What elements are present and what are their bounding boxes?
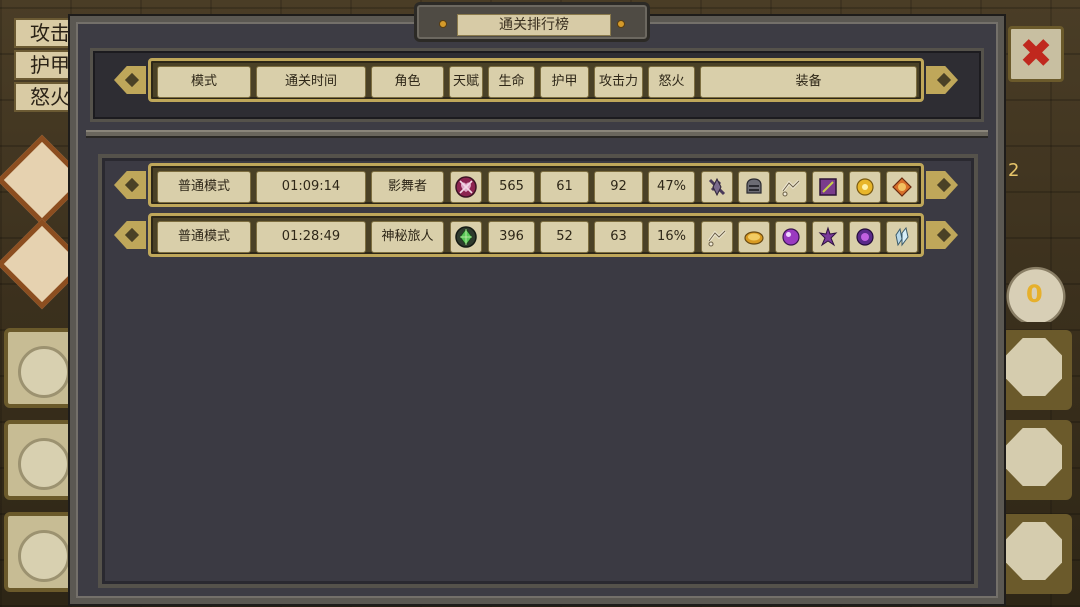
equipment-slot[interactable] [886,171,918,203]
helmet-icon [746,178,762,194]
cell-rage: 47% [648,171,695,203]
column-header-attack: 攻击力 [594,66,643,98]
bg-inventory-slot [4,420,76,500]
bone-charm-icon [781,179,801,197]
column-header-talent: 天赋 [449,66,483,98]
cell-life: 396 [488,221,535,253]
talent-slot[interactable] [450,171,482,203]
violet-star-icon [856,228,874,246]
equipment-slot[interactable] [849,221,881,253]
window-separator [86,130,988,138]
spiked-shield-icon [708,177,726,197]
bg-skill-slot [1000,420,1072,500]
equipment-slot[interactable] [849,171,881,203]
cell-attack: 92 [594,171,643,203]
column-header-character: 角色 [371,66,444,98]
cell-life: 565 [488,171,535,203]
cell-time: 01:09:14 [256,171,366,203]
equipment-slot[interactable] [775,171,807,203]
cell-armor: 61 [540,171,589,203]
equipment-slot[interactable] [775,221,807,253]
header-row: 模式 通关时间 角色 天赋 生命 护甲 攻击力 怒火 装备 [148,58,924,102]
crossed-heart-icon [455,176,477,198]
table-row[interactable]: 普通模式 01:09:14 影舞者 565 61 92 47% [148,163,924,207]
cell-attack: 63 [594,221,643,253]
purple-tablet-icon [819,178,837,196]
column-header-rage: 怒火 [648,66,695,98]
column-header-life: 生命 [488,66,535,98]
bone-charm-icon [707,229,727,247]
rivet-icon [617,20,625,28]
purple-claw-icon [818,226,838,247]
column-header-equipment: 装备 [700,66,917,98]
bg-inventory-slot [4,512,76,592]
equipment-slot[interactable] [738,171,770,203]
equipment-slot[interactable] [812,171,844,203]
gold-coin-icon [744,231,764,245]
cell-character: 影舞者 [371,171,444,203]
crystal-shard-icon [895,226,909,247]
equipment-slot[interactable] [886,221,918,253]
bg-skill-slot [1000,514,1072,594]
rivet-icon [439,20,447,28]
column-header-mode: 模式 [157,66,251,98]
cell-armor: 52 [540,221,589,253]
talent-slot[interactable] [450,221,482,253]
purple-orb-icon [782,228,800,246]
column-header-time: 通关时间 [256,66,366,98]
page-title: 通关排行榜 [457,14,611,36]
gold-flower-icon [856,178,874,196]
cell-time: 01:28:49 [256,221,366,253]
title-plate: 通关排行榜 [414,2,650,42]
bg-inventory-slot [4,328,76,408]
close-button[interactable]: ✖ [1008,26,1064,82]
cell-mode: 普通模式 [157,171,251,203]
bg-counter: 2 [1008,160,1020,181]
bag-count: 0 [1026,280,1043,308]
bag-icon: 0 [1006,258,1066,322]
bg-skill-slot [1000,330,1072,410]
table-row[interactable]: 普通模式 01:28:49 神秘旅人 396 52 63 16% [148,213,924,257]
green-gem-icon [455,226,477,248]
cell-mode: 普通模式 [157,221,251,253]
equipment-slot[interactable] [812,221,844,253]
leaderboard-window [70,16,1004,604]
equipment-slot[interactable] [701,171,733,203]
equipment-slot[interactable] [701,221,733,253]
close-icon: ✖ [1019,31,1053,77]
equipment-slot[interactable] [738,221,770,253]
orange-crest-icon [892,177,912,197]
cell-rage: 16% [648,221,695,253]
column-header-armor: 护甲 [540,66,589,98]
cell-character: 神秘旅人 [371,221,444,253]
